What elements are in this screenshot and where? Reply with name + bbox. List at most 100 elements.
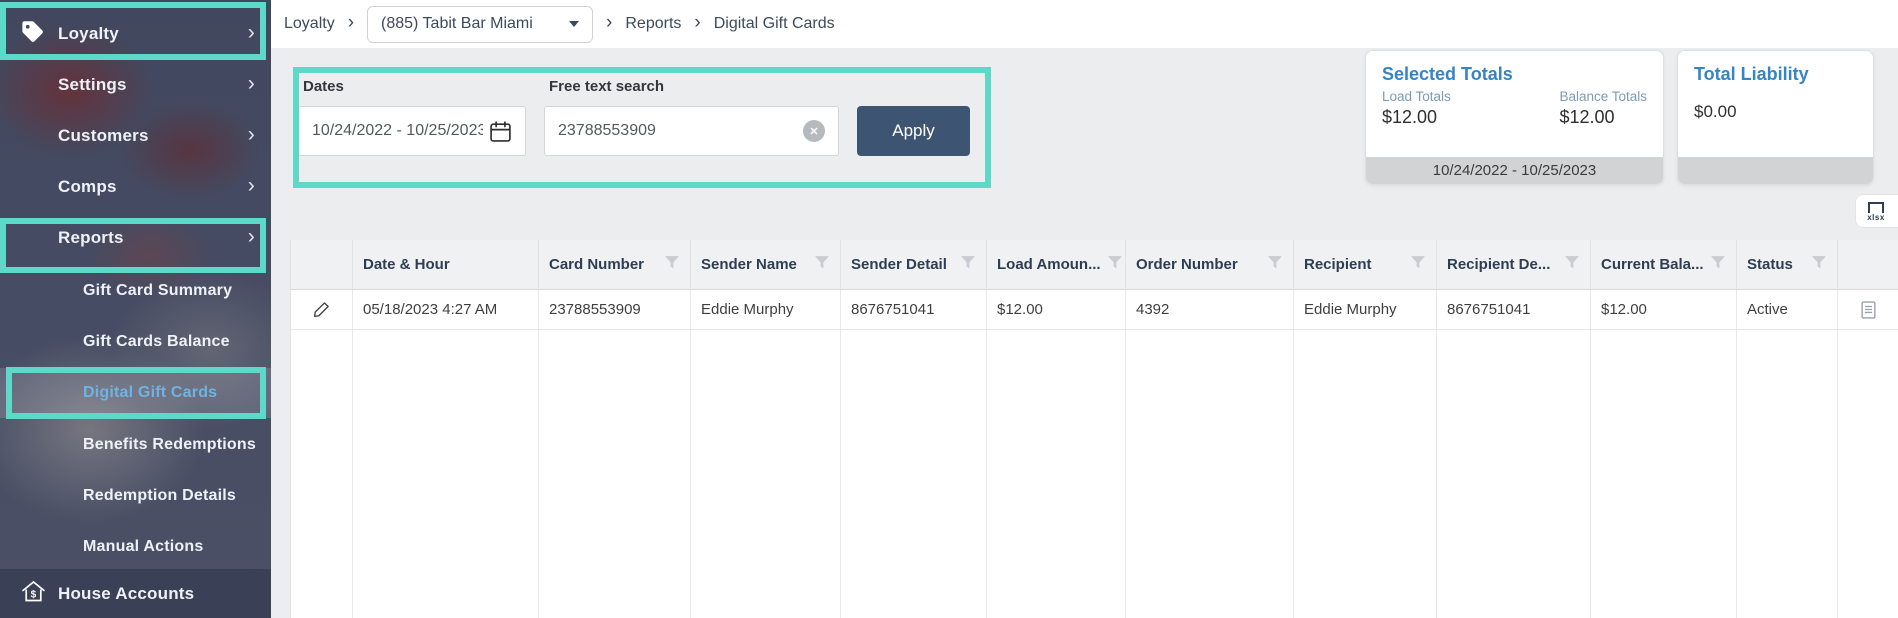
- table-header-sender-detail[interactable]: Sender Detail: [841, 240, 987, 290]
- breadcrumb-reports[interactable]: Reports: [625, 15, 681, 33]
- load-totals-label: Load Totals: [1382, 89, 1451, 104]
- table-empty-column: [1437, 330, 1591, 618]
- calendar-icon[interactable]: [489, 120, 512, 143]
- load-totals: Load Totals $12.00: [1382, 89, 1451, 128]
- chevron-right-icon: ›: [248, 72, 255, 96]
- table-header-status[interactable]: Status: [1737, 240, 1838, 290]
- sidebar-item-loyalty[interactable]: Loyalty ›: [0, 8, 271, 59]
- filter-funnel-icon[interactable]: [1564, 255, 1580, 274]
- selected-totals-title: Selected Totals: [1366, 51, 1663, 85]
- free-text-search-input[interactable]: [558, 122, 795, 140]
- table-empty-column: [291, 330, 353, 618]
- sidebar-item-benefits-redemptions[interactable]: Benefits Redemptions: [0, 419, 271, 470]
- filter-funnel-icon[interactable]: [1410, 255, 1426, 274]
- sidebar-item-label: Settings: [0, 75, 127, 95]
- breadcrumb-separator-icon: ›: [606, 12, 612, 34]
- sidebar-item-label: Customers: [0, 126, 149, 146]
- sidebar-item-label: Gift Card Summary: [0, 282, 232, 300]
- breadcrumb-current-page: Digital Gift Cards: [714, 15, 835, 33]
- sidebar-item-label: Digital Gift Cards: [0, 384, 217, 402]
- filter-funnel-icon[interactable]: [814, 255, 830, 274]
- house-dollar-icon: $: [20, 579, 47, 609]
- table-header-recipient[interactable]: Recipient: [1294, 240, 1437, 290]
- table-header-recipient-detail[interactable]: Recipient De...: [1437, 240, 1591, 290]
- cell-recipient-detail: 8676751041: [1437, 290, 1591, 330]
- cell-sender-detail: 8676751041: [841, 290, 987, 330]
- sidebar-item-manual-actions[interactable]: Manual Actions: [0, 521, 271, 572]
- sidebar-item-gift-card-summary[interactable]: Gift Card Summary: [0, 265, 271, 316]
- clear-search-icon[interactable]: ✕: [803, 120, 825, 142]
- sidebar-item-label: Manual Actions: [0, 538, 203, 556]
- sidebar-item-label: Loyalty: [0, 24, 119, 44]
- filter-funnel-icon[interactable]: [1107, 255, 1123, 274]
- venue-dropdown-value: (885) Tabit Bar Miami: [381, 15, 533, 33]
- balance-totals-label: Balance Totals: [1559, 89, 1647, 104]
- breadcrumb: Loyalty › (885) Tabit Bar Miami › Report…: [271, 0, 1898, 48]
- date-range-input[interactable]: [312, 122, 483, 140]
- sidebar-item-redemption-details[interactable]: Redemption Details: [0, 470, 271, 521]
- sidebar-item-settings[interactable]: Settings ›: [0, 59, 271, 110]
- digital-gift-cards-table: Date & Hour Card Number Sender Name Send…: [290, 240, 1898, 618]
- cell-status: Active: [1737, 290, 1838, 330]
- table-header-load-amount[interactable]: Load Amoun...: [987, 240, 1126, 290]
- sidebar-item-label: Benefits Redemptions: [0, 436, 256, 454]
- dates-label: Dates: [303, 78, 344, 95]
- total-liability-footer: [1678, 157, 1873, 184]
- sidebar-item-label: Comps: [0, 177, 117, 197]
- filter-funnel-icon[interactable]: [1267, 255, 1283, 274]
- balance-totals-value: $12.00: [1559, 107, 1647, 128]
- export-xlsx-button[interactable]: xlsx: [1855, 194, 1898, 228]
- apply-button[interactable]: Apply: [857, 106, 970, 156]
- cell-order-number: 4392: [1126, 290, 1294, 330]
- cell-sender-name: Eddie Murphy: [691, 290, 841, 330]
- total-liability-card: Total Liability $0.00: [1677, 50, 1874, 185]
- table-header-sender-name[interactable]: Sender Name: [691, 240, 841, 290]
- sidebar-item-label: Redemption Details: [0, 487, 236, 505]
- xlsx-export-icon: xlsx: [1865, 201, 1887, 222]
- table-empty-column: [1737, 330, 1838, 618]
- breadcrumb-loyalty[interactable]: Loyalty: [284, 15, 335, 33]
- balance-totals: Balance Totals $12.00: [1559, 89, 1647, 128]
- caret-down-icon: [569, 21, 579, 27]
- table-header-current-balance[interactable]: Current Bala...: [1591, 240, 1737, 290]
- filter-funnel-icon[interactable]: [1811, 255, 1827, 274]
- edit-row-button[interactable]: [291, 290, 353, 330]
- svg-text:$: $: [31, 589, 37, 600]
- table-empty-column: [1126, 330, 1294, 618]
- filter-funnel-icon[interactable]: [1710, 255, 1726, 274]
- chevron-right-icon: ›: [248, 123, 255, 147]
- cell-load-amount: $12.00: [987, 290, 1126, 330]
- sidebar-item-digital-gift-cards[interactable]: Digital Gift Cards: [0, 368, 271, 418]
- table-empty-column: [1838, 330, 1898, 618]
- app-window: Loyalty › Settings › Customers › Comps ›…: [0, 0, 1898, 618]
- table-empty-column: [539, 330, 691, 618]
- date-range-field[interactable]: [298, 106, 526, 156]
- sidebar-item-label: Gift Cards Balance: [0, 333, 230, 351]
- table-header-card-number[interactable]: Card Number: [539, 240, 691, 290]
- load-totals-value: $12.00: [1382, 107, 1451, 128]
- sidebar-item-house-accounts[interactable]: $ House Accounts: [0, 569, 271, 618]
- table-empty-column: [1294, 330, 1437, 618]
- table-header-order-number[interactable]: Order Number: [1126, 240, 1294, 290]
- sidebar-item-customers[interactable]: Customers ›: [0, 110, 271, 161]
- sidebar-item-comps[interactable]: Comps ›: [0, 161, 271, 212]
- row-document-button[interactable]: [1838, 290, 1898, 330]
- selected-totals-card: Selected Totals Load Totals $12.00 Balan…: [1365, 50, 1664, 185]
- sidebar-item-label: Reports: [0, 228, 124, 248]
- free-text-search-field[interactable]: ✕: [544, 106, 839, 156]
- table-empty-column: [841, 330, 987, 618]
- chevron-right-icon: ›: [248, 225, 255, 249]
- filter-funnel-icon[interactable]: [664, 255, 680, 274]
- total-liability-title: Total Liability: [1678, 51, 1873, 85]
- filter-funnel-icon[interactable]: [960, 255, 976, 274]
- sidebar-item-gift-cards-balance[interactable]: Gift Cards Balance: [0, 316, 271, 367]
- table-empty-column: [1591, 330, 1737, 618]
- table-header-date-hour[interactable]: Date & Hour: [353, 240, 539, 290]
- chevron-right-icon: ›: [248, 174, 255, 198]
- sidebar-item-reports[interactable]: Reports ›: [0, 212, 271, 263]
- venue-dropdown[interactable]: (885) Tabit Bar Miami: [367, 6, 593, 43]
- table-empty-column: [691, 330, 841, 618]
- chevron-right-icon: ›: [248, 21, 255, 45]
- sidebar: Loyalty › Settings › Customers › Comps ›…: [0, 0, 271, 618]
- breadcrumb-separator-icon: ›: [348, 12, 354, 34]
